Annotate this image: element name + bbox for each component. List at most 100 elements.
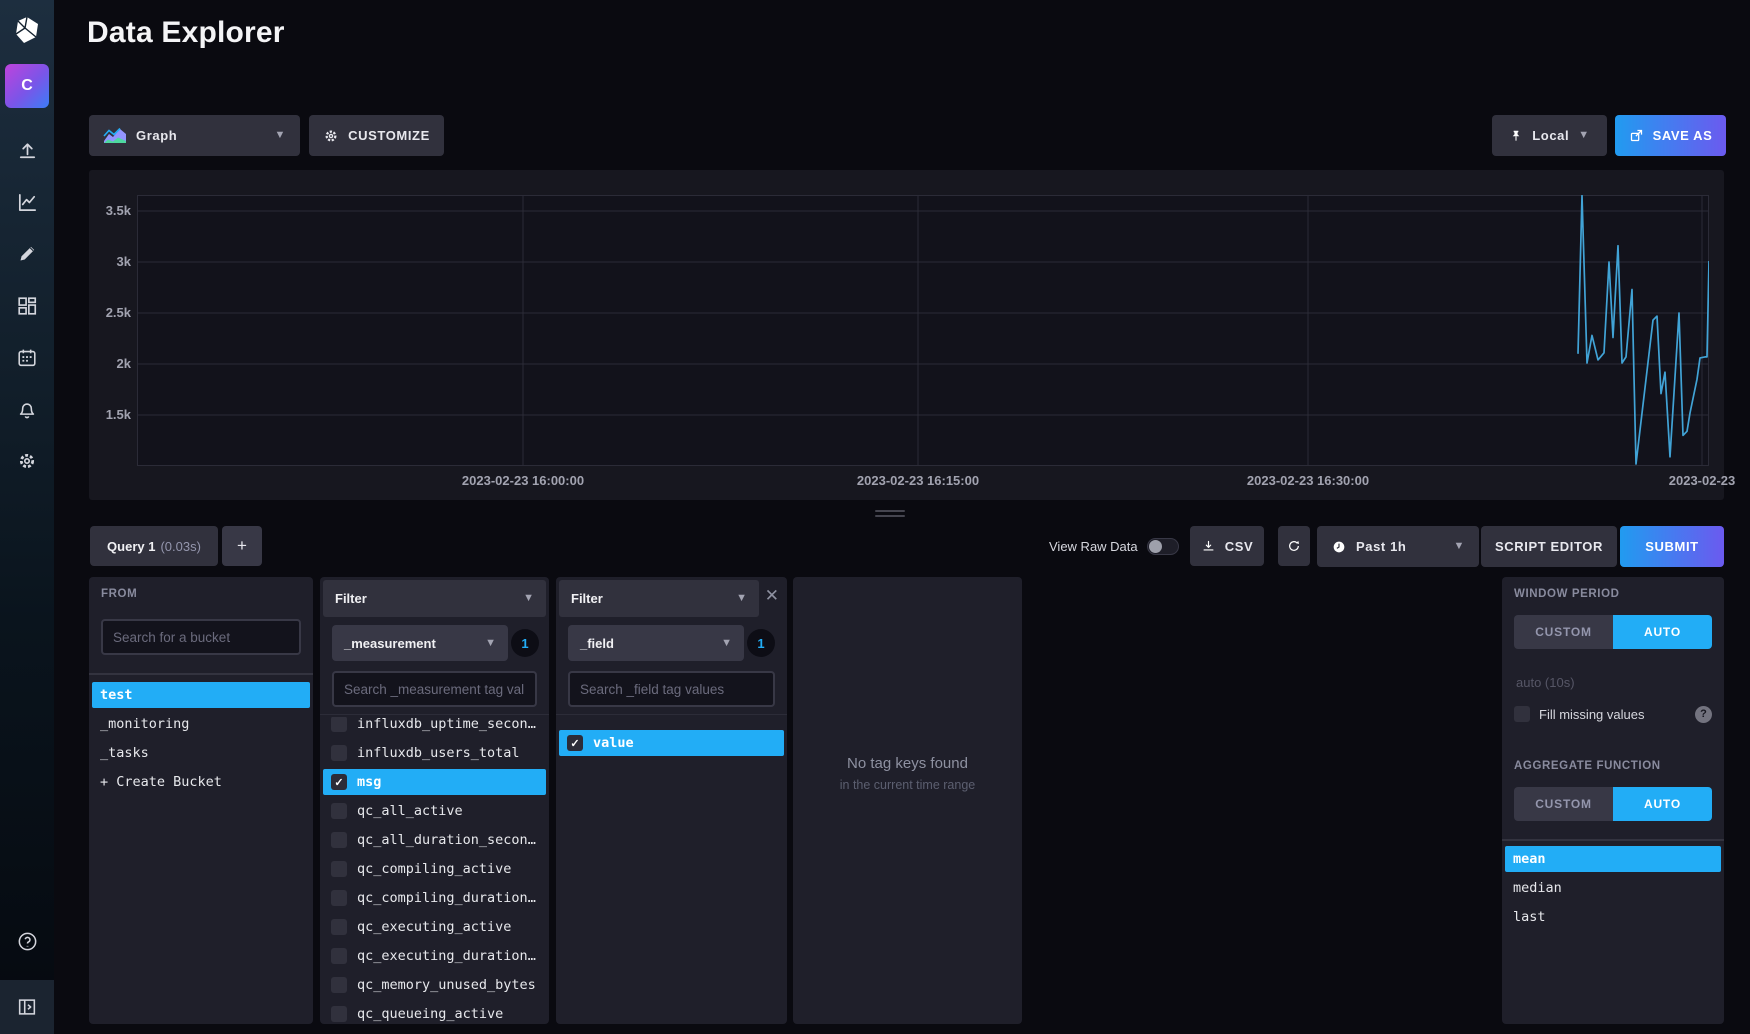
checkbox[interactable] <box>331 1006 347 1022</box>
checkbox[interactable] <box>331 890 347 906</box>
tag-key-dropdown[interactable]: _measurement ▼ <box>332 625 508 661</box>
script-editor-button[interactable]: SCRIPT EDITOR <box>1481 526 1617 567</box>
list-item[interactable]: last <box>1505 904 1721 930</box>
measurement-filter-panel: Filter ▼ _measurement ▼ 1 influxdb_uptim… <box>320 577 549 1024</box>
list-item[interactable]: influxdb_users_total <box>323 740 546 766</box>
list-item[interactable]: qc_memory_unused_bytes <box>323 972 546 998</box>
dashboards-icon[interactable] <box>0 286 54 326</box>
list-item[interactable]: ✓ msg <box>323 769 546 795</box>
csv-button[interactable]: CSV <box>1190 526 1264 566</box>
checkbox[interactable]: ✓ <box>567 735 583 751</box>
submit-button[interactable]: SUBMIT <box>1620 526 1724 567</box>
checkbox[interactable] <box>331 948 347 964</box>
list-item[interactable]: _tasks <box>92 740 310 766</box>
custom-button[interactable]: CUSTOM <box>1514 615 1613 649</box>
y-axis-tick-label: 2k <box>89 356 131 371</box>
measurement-list: influxdb_uptime_seconds influxdb_users_to… <box>323 717 546 1024</box>
expand-sidebar-icon[interactable] <box>0 980 54 1034</box>
checkbox[interactable] <box>331 832 347 848</box>
list-item[interactable]: ✓value <box>559 730 784 756</box>
query-tab-label: Query 1 <box>107 539 155 554</box>
empty-state-subtitle: in the current time range <box>793 778 1022 792</box>
checkbox[interactable] <box>331 717 347 732</box>
influxdb-logo-icon[interactable] <box>0 8 54 52</box>
from-header: FROM <box>101 588 137 600</box>
time-range-dropdown[interactable]: Past 1h ▼ <box>1317 526 1479 567</box>
add-query-button[interactable]: + <box>222 526 262 566</box>
list-item[interactable]: + Create Bucket <box>92 769 310 795</box>
filter-label: Filter <box>571 591 603 606</box>
bucket-search-input[interactable] <box>101 619 301 655</box>
chevron-down-icon: ▼ <box>523 593 534 604</box>
refresh-button[interactable] <box>1278 526 1310 566</box>
list-item[interactable]: test <box>92 682 310 708</box>
fill-missing-checkbox[interactable] <box>1514 706 1530 722</box>
data-explorer-icon[interactable] <box>0 182 54 222</box>
list-item[interactable]: influxdb_uptime_seconds <box>323 717 546 737</box>
tag-key-dropdown[interactable]: _field ▼ <box>568 625 744 661</box>
customize-button[interactable]: CUSTOMIZE <box>309 115 444 156</box>
org-avatar[interactable]: C <box>5 64 49 108</box>
tag-key-label: _measurement <box>344 636 436 651</box>
list-item[interactable]: mean <box>1505 846 1721 872</box>
list-item[interactable]: qc_executing_active <box>323 914 546 940</box>
y-axis-tick-label: 1.5k <box>89 407 131 422</box>
aggregate-segmented: CUSTOM AUTO <box>1514 787 1712 821</box>
toggle-knob <box>1149 540 1162 553</box>
list-item[interactable]: qc_compiling_active <box>323 856 546 882</box>
y-axis-tick-label: 2.5k <box>89 305 131 320</box>
list-item[interactable]: qc_compiling_duration_seconds <box>323 885 546 911</box>
checkbox[interactable] <box>331 977 347 993</box>
list-item[interactable]: qc_all_duration_seconds <box>323 827 546 853</box>
local-dropdown[interactable]: Local ▼ <box>1492 115 1607 156</box>
tag-key-label: _field <box>580 636 614 651</box>
custom-button[interactable]: CUSTOM <box>1514 787 1613 821</box>
field-filter-panel: Filter ▼ ✕ _field ▼ 1 ✓value <box>556 577 787 1024</box>
empty-state-title: No tag keys found <box>793 755 1022 772</box>
divider <box>1502 839 1724 841</box>
line-chart-plot[interactable] <box>137 195 1709 466</box>
window-period-header: WINDOW PERIOD <box>1514 588 1620 600</box>
x-axis-tick-label: 2023-02-23 16:30:00 <box>1247 473 1369 488</box>
measurement-search-input[interactable] <box>332 671 537 707</box>
checkbox[interactable] <box>331 803 347 819</box>
resize-drag-handle[interactable] <box>875 510 905 520</box>
help-tooltip-icon[interactable]: ? <box>1695 706 1712 723</box>
checkbox[interactable]: ✓ <box>331 774 347 790</box>
close-icon[interactable]: ✕ <box>765 587 779 604</box>
filter-label: Filter <box>335 591 367 606</box>
download-icon <box>1201 539 1216 554</box>
list-item-label: last <box>1513 909 1546 925</box>
list-item[interactable]: _monitoring <box>92 711 310 737</box>
notebooks-pencil-icon[interactable] <box>0 233 54 273</box>
chevron-down-icon: ▼ <box>721 638 732 649</box>
checkbox[interactable] <box>331 919 347 935</box>
view-raw-data-toggle[interactable] <box>1147 538 1179 555</box>
settings-gear-icon[interactable] <box>0 441 54 481</box>
upload-icon[interactable] <box>0 130 54 170</box>
aggregate-function-header: AGGREGATE FUNCTION <box>1514 760 1661 772</box>
auto-button[interactable]: AUTO <box>1613 787 1712 821</box>
auto-window-value: auto (10s) <box>1516 675 1575 690</box>
list-item[interactable]: qc_all_active <box>323 798 546 824</box>
list-item-label: msg <box>357 774 381 790</box>
x-axis-tick-label: 2023-02-23 16:15:00 <box>857 473 979 488</box>
list-item[interactable]: qc_executing_duration_seconds <box>323 943 546 969</box>
query-tab[interactable]: Query 1 (0.03s) <box>90 526 218 566</box>
data-explorer-page: C <box>0 0 1750 1034</box>
checkbox[interactable] <box>331 745 347 761</box>
filter-type-dropdown[interactable]: Filter ▼ <box>559 580 759 617</box>
view-type-dropdown[interactable]: Graph ▼ <box>89 115 300 156</box>
auto-button[interactable]: AUTO <box>1613 615 1712 649</box>
list-item[interactable]: qc_queueing_active <box>323 1001 546 1024</box>
list-item[interactable]: median <box>1505 875 1721 901</box>
divider <box>556 714 787 715</box>
chevron-down-icon: ▼ <box>1578 130 1590 141</box>
help-icon[interactable] <box>0 921 54 961</box>
alerts-bell-icon[interactable] <box>0 390 54 430</box>
field-search-input[interactable] <box>568 671 775 707</box>
filter-type-dropdown[interactable]: Filter ▼ <box>323 580 546 617</box>
checkbox[interactable] <box>331 861 347 877</box>
save-as-button[interactable]: SAVE AS <box>1615 115 1726 156</box>
tasks-calendar-icon[interactable] <box>0 338 54 378</box>
